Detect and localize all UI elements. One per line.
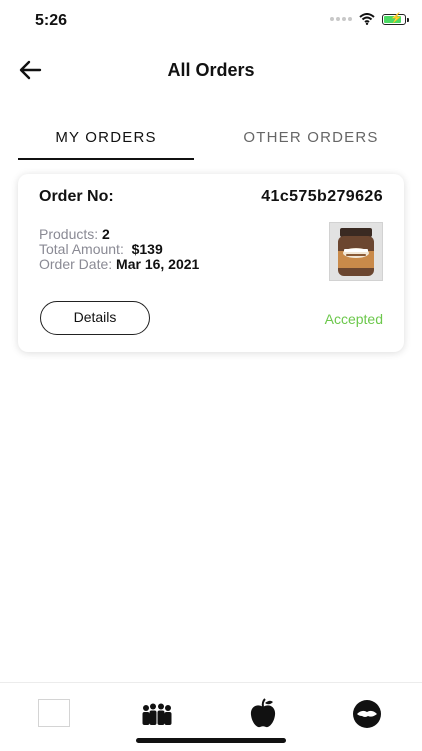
total-row: Total Amount: $139 xyxy=(39,242,199,257)
products-label: Products: xyxy=(39,226,99,242)
order-meta: Products: 2 Total Amount: $139 Order Dat… xyxy=(39,227,199,272)
orders-tabs: MY ORDERS OTHER ORDERS xyxy=(18,124,404,160)
status-time: 5:26 xyxy=(35,12,68,29)
order-status: Accepted xyxy=(324,311,383,327)
status-bar: 5:26 ⚡ xyxy=(0,0,422,44)
signal-dots-icon xyxy=(330,17,352,21)
handshake-icon[interactable] xyxy=(350,697,384,731)
wifi-icon xyxy=(359,13,375,25)
products-row: Products: 2 xyxy=(39,227,199,242)
date-row: Order Date: Mar 16, 2021 xyxy=(39,257,199,272)
order-number-label: Order No: xyxy=(39,188,114,205)
blank-square-icon[interactable] xyxy=(38,699,70,727)
order-date-label: Order Date: xyxy=(39,256,113,272)
tab-my-orders[interactable]: MY ORDERS xyxy=(18,124,194,160)
page-title: All Orders xyxy=(167,60,255,80)
peanut-butter-jar-icon xyxy=(338,228,374,276)
details-button[interactable]: Details xyxy=(40,301,150,335)
battery-icon: ⚡ xyxy=(382,13,409,25)
product-thumbnail xyxy=(329,222,383,281)
header: All Orders xyxy=(0,48,422,92)
products-value: 2 xyxy=(102,226,110,242)
tab-other-orders[interactable]: OTHER ORDERS xyxy=(218,124,404,160)
total-amount-label: Total Amount: xyxy=(39,241,124,257)
order-number: 41c575b279626 xyxy=(261,188,383,205)
group-people-icon[interactable] xyxy=(140,697,174,731)
home-indicator xyxy=(136,738,286,743)
total-amount-value: $139 xyxy=(131,241,163,257)
apple-icon[interactable] xyxy=(246,697,280,731)
status-indicators: ⚡ xyxy=(330,13,409,25)
order-date-value: Mar 16, 2021 xyxy=(116,256,200,272)
order-card: Order No: 41c575b279626 Products: 2 Tota… xyxy=(18,174,404,352)
